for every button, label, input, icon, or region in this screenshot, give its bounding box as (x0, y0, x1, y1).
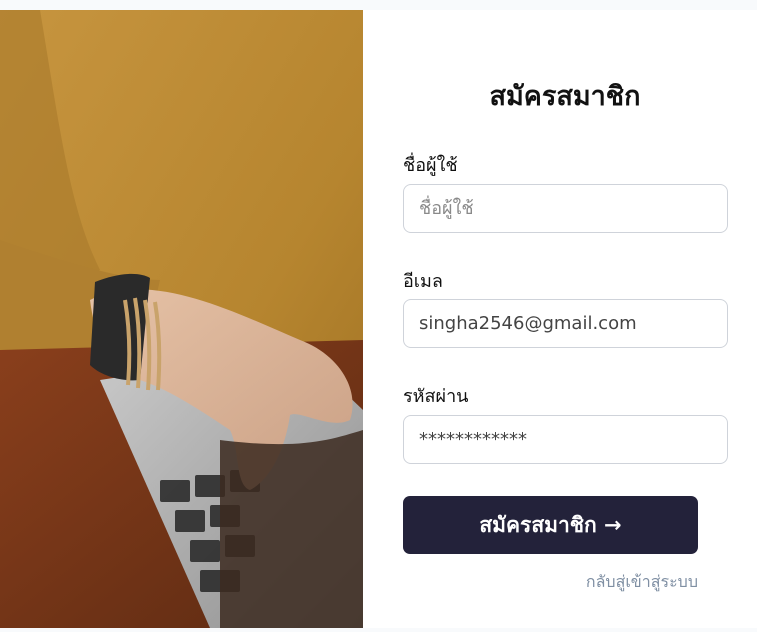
person-typing-on-laptop-image (0, 10, 363, 628)
username-label: ชื่อผู้ใช้ (403, 155, 458, 176)
hero-photo (0, 10, 363, 628)
signup-button[interactable]: สมัครสมาชิก → (403, 496, 698, 554)
signup-form: สมัครสมาชิก ชื่อผู้ใช้ อีเมล รหัสผ่าน สม… (363, 10, 757, 628)
password-field[interactable] (403, 415, 728, 464)
password-label: รหัสผ่าน (403, 386, 469, 407)
signup-page: สมัครสมาชิก ชื่อผู้ใช้ อีเมล รหัสผ่าน สม… (0, 0, 757, 632)
username-field[interactable] (403, 184, 728, 233)
back-to-login-link[interactable]: กลับสู่เข้าสู่ระบบ (586, 570, 698, 595)
signup-card: สมัครสมาชิก ชื่อผู้ใช้ อีเมล รหัสผ่าน สม… (0, 10, 757, 628)
page-title: สมัครสมาชิก (489, 81, 641, 112)
email-field[interactable] (403, 299, 728, 348)
email-label: อีเมล (403, 271, 443, 292)
